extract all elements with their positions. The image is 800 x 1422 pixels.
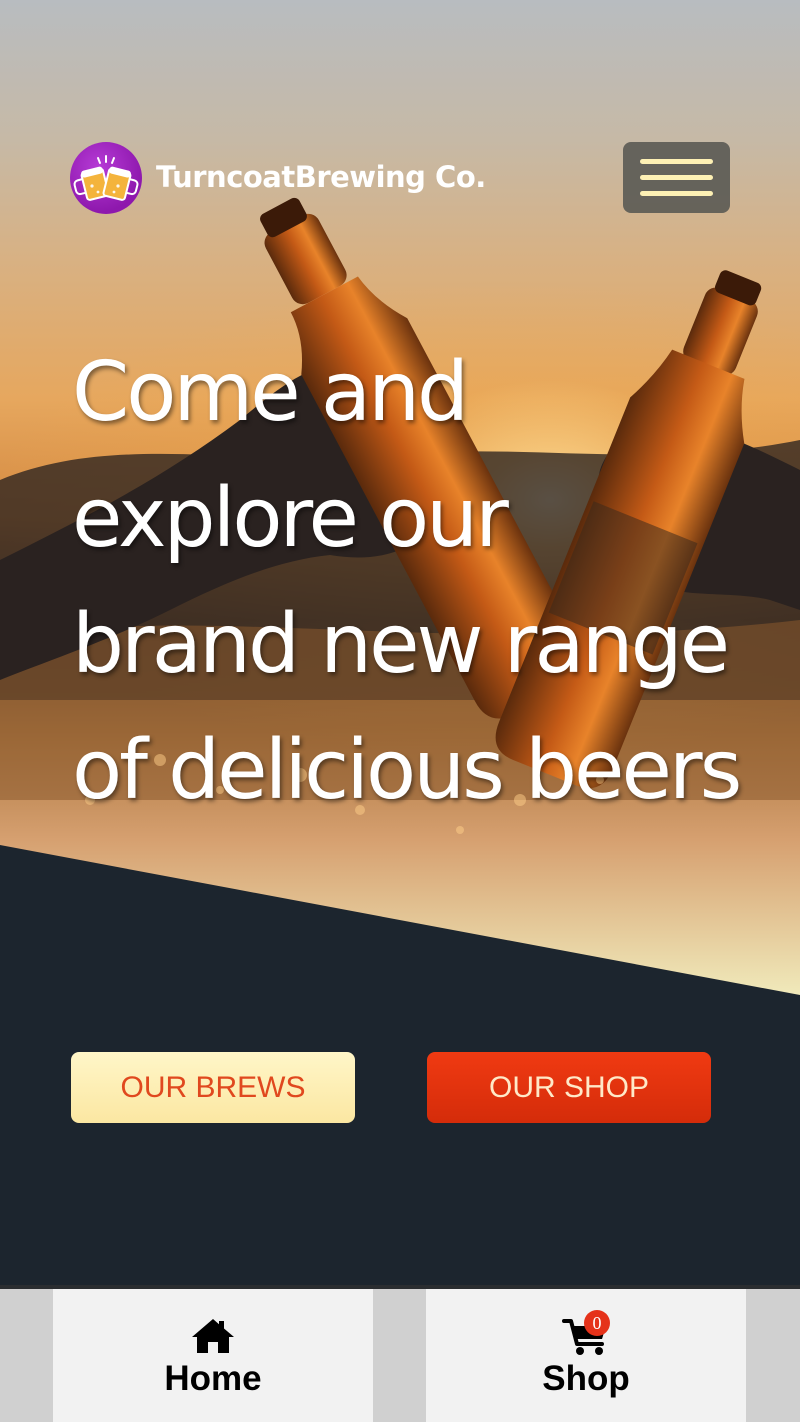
our-shop-button[interactable]: OUR SHOP (427, 1052, 711, 1123)
hamburger-menu-icon[interactable] (623, 142, 730, 213)
nav-home-label: Home (164, 1359, 262, 1398)
brand-name[interactable]: TurncoatBrewing Co. (156, 160, 486, 194)
our-brews-button[interactable]: OUR BREWS (71, 1052, 355, 1123)
hero-headline-line: brand new range (72, 597, 730, 692)
home-icon (192, 1319, 234, 1353)
nav-shop[interactable]: 0 Shop (426, 1289, 746, 1422)
hero-headline-line: of delicious beers (72, 723, 742, 818)
nav-shop-label: Shop (542, 1359, 630, 1398)
beer-mugs-cheers-icon[interactable] (70, 142, 142, 214)
site-header: TurncoatBrewing Co. (70, 142, 730, 214)
nav-home[interactable]: Home (53, 1289, 373, 1422)
hero-headline-line: Come and (72, 345, 469, 440)
hero-headline-line: explore our (72, 471, 509, 566)
cart-count-badge: 0 (584, 1310, 610, 1336)
bottom-navigation: Home 0 Shop (0, 1285, 800, 1422)
hero-headline: Come and explore our brand new range of … (72, 330, 772, 834)
